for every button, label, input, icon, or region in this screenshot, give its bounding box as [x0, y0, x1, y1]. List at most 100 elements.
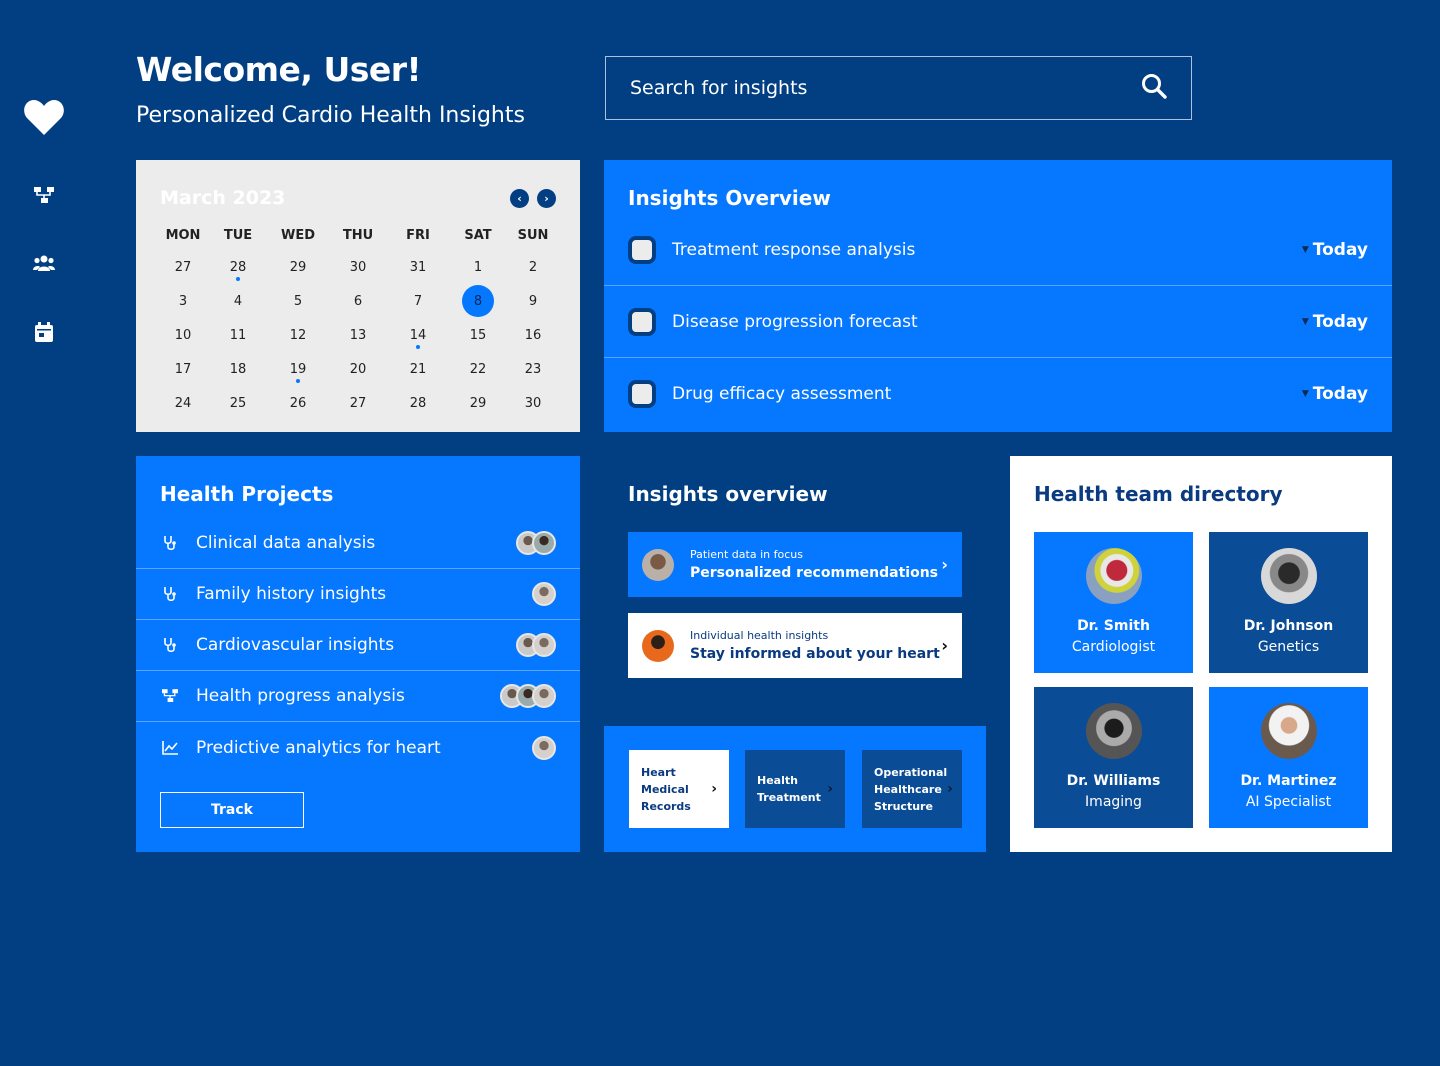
project-row[interactable]: Clinical data analysis [136, 518, 580, 569]
document-label: Health Treatment [757, 774, 821, 804]
weekday-label: WED [280, 227, 315, 243]
calendar-day[interactable]: 15 [446, 318, 510, 352]
documents-panel: Heart Medical Records › Health Treatment… [604, 726, 986, 852]
calendar-day[interactable]: 2 [510, 250, 556, 284]
due-label: Today [1312, 239, 1368, 260]
team-member-card[interactable]: Dr. Williams Imaging [1034, 687, 1193, 828]
calendar-day-number: 1 [473, 259, 483, 275]
calendar-day[interactable]: 24 [160, 386, 206, 420]
calendar-grid: MON TUE WED THU FRI SAT SUN 27 28 29 30 31 1 2… [160, 220, 556, 420]
calendar-day[interactable]: 8 [446, 284, 510, 318]
document-tile[interactable]: Health Treatment › [745, 750, 845, 828]
calendar-day[interactable]: 22 [446, 352, 510, 386]
project-row[interactable]: Family history insights [136, 569, 580, 620]
calendar-icon[interactable] [22, 322, 66, 342]
calendar-day[interactable]: 26 [270, 386, 326, 420]
team-icon[interactable] [22, 255, 66, 272]
calendar-day[interactable]: 20 [326, 352, 390, 386]
project-row[interactable]: Predictive analytics for heart [136, 722, 580, 773]
team-member-card[interactable]: Dr. Martinez AI Specialist [1209, 687, 1368, 828]
document-tile[interactable]: Operational Healthcare Structure › [862, 750, 962, 828]
calendar-day-number: 9 [528, 293, 538, 309]
heart-icon[interactable] [22, 98, 66, 136]
stethoscope-icon [160, 586, 180, 602]
member-role: AI Specialist [1245, 794, 1332, 810]
project-row[interactable]: Cardiovascular insights [136, 620, 580, 671]
team-member-card[interactable]: Dr. Johnson Genetics [1209, 532, 1368, 673]
calendar-day[interactable]: 18 [206, 352, 270, 386]
document-tile[interactable]: Heart Medical Records › [629, 750, 729, 828]
hierarchy-icon[interactable] [22, 187, 66, 204]
calendar-day[interactable]: 14 [390, 318, 446, 352]
task-checkbox[interactable] [628, 380, 656, 408]
due-dropdown[interactable]: ▼ Today [1302, 384, 1368, 404]
insight-row[interactable]: Disease progression forecast ▼ Today [604, 286, 1392, 358]
calendar-day-number: 15 [469, 327, 487, 343]
search-icon[interactable] [1141, 73, 1167, 103]
overview-card-title: Stay informed about your heart [690, 646, 940, 662]
insight-row[interactable]: Treatment response analysis ▼ Today [604, 214, 1392, 286]
calendar-day-number: 29 [289, 259, 307, 275]
track-button[interactable]: Track [160, 792, 304, 828]
calendar-day[interactable]: 9 [510, 284, 556, 318]
calendar-day[interactable]: 10 [160, 318, 206, 352]
calendar-day[interactable]: 29 [446, 386, 510, 420]
calendar-day[interactable]: 25 [206, 386, 270, 420]
calendar-day[interactable]: 4 [206, 284, 270, 318]
overview-card-title: Personalized recommendations [690, 565, 938, 581]
calendar-day[interactable]: 17 [160, 352, 206, 386]
calendar-day[interactable]: 1 [446, 250, 510, 284]
calendar-day[interactable]: 30 [510, 386, 556, 420]
calendar-day[interactable]: 28 [390, 386, 446, 420]
team-member-card[interactable]: Dr. Smith Cardiologist [1034, 532, 1193, 673]
project-row[interactable]: Health progress analysis [136, 671, 580, 722]
calendar-day[interactable]: 29 [270, 250, 326, 284]
calendar-day-number: 25 [229, 395, 247, 411]
caret-down-icon: ▼ [1301, 244, 1309, 255]
calendar-day[interactable]: 3 [160, 284, 206, 318]
task-checkbox[interactable] [628, 307, 656, 336]
hierarchy-icon [160, 689, 180, 703]
calendar-day[interactable]: 12 [270, 318, 326, 352]
insight-row[interactable]: Drug efficacy assessment ▼ Today [604, 358, 1392, 430]
calendar-day[interactable]: 21 [390, 352, 446, 386]
chevron-right-icon: › [827, 781, 833, 797]
calendar-day[interactable]: 5 [270, 284, 326, 318]
calendar-day[interactable]: 27 [160, 250, 206, 284]
calendar-day[interactable]: 19 [270, 352, 326, 386]
calendar-month-label: March 2023 [160, 187, 286, 209]
insight-label: Treatment response analysis [672, 239, 916, 260]
calendar-day[interactable]: 16 [510, 318, 556, 352]
weekday-label: SUN [517, 227, 549, 243]
due-label: Today [1312, 384, 1368, 404]
chevron-right-icon: › [941, 636, 948, 655]
calendar-day-number: 20 [349, 361, 367, 377]
overview-card[interactable]: Patient data in focus Personalized recom… [628, 532, 962, 597]
calendar-day[interactable]: 28 [206, 250, 270, 284]
calendar-day[interactable]: 11 [206, 318, 270, 352]
calendar-day[interactable]: 31 [390, 250, 446, 284]
calendar-day[interactable]: 23 [510, 352, 556, 386]
due-dropdown[interactable]: ▼ Today [1302, 312, 1368, 332]
chevron-left-icon[interactable]: ‹ [510, 188, 529, 208]
project-label: Clinical data analysis [196, 533, 376, 553]
calendar-day-number: 31 [409, 259, 427, 275]
chevron-right-icon: › [941, 555, 948, 574]
task-checkbox[interactable] [628, 235, 656, 264]
calendar-day[interactable]: 7 [390, 284, 446, 318]
due-dropdown[interactable]: ▼ Today [1302, 240, 1368, 260]
document-label: Heart Medical Records [641, 765, 691, 813]
calendar-day-number: 22 [469, 361, 487, 377]
chevron-right-icon[interactable]: › [537, 188, 556, 208]
calendar-day[interactable]: 30 [326, 250, 390, 284]
calendar-day[interactable]: 27 [326, 386, 390, 420]
weekday-label: MON [165, 227, 201, 243]
overview-card[interactable]: Individual health insights Stay informed… [628, 613, 962, 678]
search-input[interactable] [630, 77, 1141, 99]
calendar-day-number: 21 [409, 361, 427, 377]
calendar-day[interactable]: 6 [326, 284, 390, 318]
calendar-day-number: 13 [349, 327, 367, 343]
document-label: Operational Healthcare Structure [874, 765, 948, 813]
avatar-group [516, 531, 556, 555]
calendar-day[interactable]: 13 [326, 318, 390, 352]
